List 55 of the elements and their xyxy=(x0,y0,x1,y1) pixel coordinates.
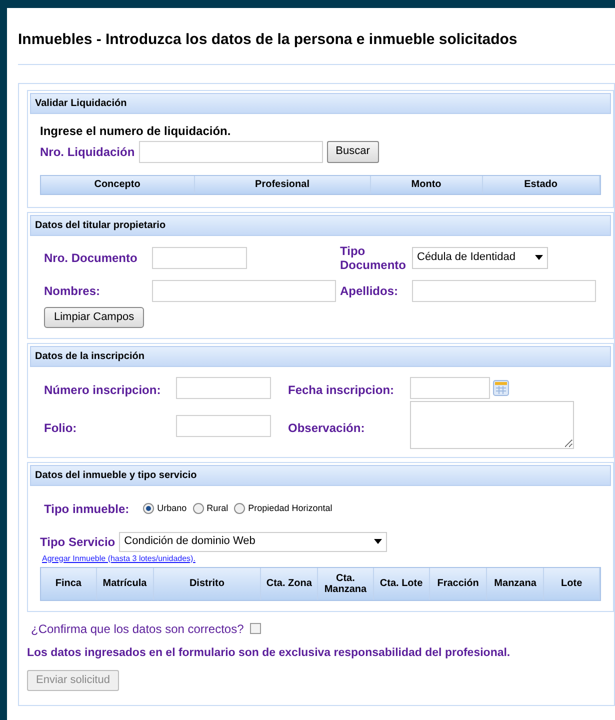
column-header: Cta. Manzana xyxy=(318,568,374,600)
field-label: Tipo inmueble: xyxy=(44,500,130,518)
column-header: Profesional xyxy=(194,176,371,194)
field-label: Fecha inscripcion: xyxy=(288,382,396,398)
section-header: Datos del titular propietario xyxy=(30,214,611,236)
section-header: Datos de la inscripción xyxy=(30,346,611,366)
column-header: Cta. Lote xyxy=(374,568,430,600)
surnames-input[interactable] xyxy=(412,280,596,302)
prompt-text: Ingrese el numero de liquidación. xyxy=(40,122,232,140)
calendar-icon[interactable] xyxy=(493,380,509,396)
column-header: Matrícula xyxy=(96,568,154,600)
dropdown-icon xyxy=(535,255,543,260)
radio-icon[interactable] xyxy=(234,503,246,514)
field-label: Tipo Documento xyxy=(340,244,407,272)
column-header: Monto xyxy=(370,176,483,194)
liquidation-input[interactable] xyxy=(138,140,323,162)
column-header: Cta. Zona xyxy=(261,568,318,600)
section-header: Validar Liquidación xyxy=(30,92,611,114)
field-label: Nro. Documento xyxy=(44,250,138,266)
disclaimer-text: Los datos ingresados en el formulario son de exclusiva responsabilidad del profesional. xyxy=(27,646,512,660)
column-header: Fracción xyxy=(430,568,488,600)
field-label: Nro. Liquidación xyxy=(40,144,135,160)
document-input[interactable] xyxy=(152,246,247,268)
confirm-label: ¿Confirma que los datos son correctos? xyxy=(31,620,244,638)
radio-icon[interactable] xyxy=(143,503,154,514)
field-label: Apellidos: xyxy=(340,282,400,300)
radio-option[interactable]: Rural xyxy=(192,502,228,516)
service-type-select[interactable]: Condición de dominio Web xyxy=(119,532,388,552)
field-label: Número inscripcion: xyxy=(44,382,162,398)
column-header: Distrito xyxy=(154,568,262,600)
dropdown-icon xyxy=(374,539,382,544)
search-button[interactable]: Buscar xyxy=(326,140,379,162)
section-header: Datos del inmueble y tipo servicio xyxy=(30,464,611,486)
column-header: Lote xyxy=(544,568,600,600)
folio-input[interactable] xyxy=(176,414,271,436)
document-type-select[interactable]: Cédula de Identidad xyxy=(412,246,548,268)
confirm-checkbox[interactable] xyxy=(250,623,261,634)
column-header: Manzana xyxy=(487,568,544,600)
field-label: Observación: xyxy=(288,420,366,436)
column-header: Estado xyxy=(482,176,600,194)
radio-option[interactable]: Propiedad Horizontal xyxy=(234,502,332,516)
column-header: Concepto xyxy=(41,176,195,194)
observation-textarea[interactable] xyxy=(410,400,574,448)
registration-number-input[interactable] xyxy=(176,376,271,398)
add-property-link[interactable]: Agregar Inmueble (hasta 3 lotes/unidades). xyxy=(42,552,601,564)
names-input[interactable] xyxy=(152,280,336,302)
clear-button[interactable]: Limpiar Campos xyxy=(44,306,144,328)
field-label: Nombres: xyxy=(44,282,102,300)
radio-icon[interactable] xyxy=(192,503,204,514)
column-header: Finca xyxy=(41,568,97,600)
field-label: Folio: xyxy=(44,420,78,436)
field-label: Tipo Servicio xyxy=(40,534,116,550)
radio-option[interactable]: Urbano xyxy=(143,502,187,516)
page-title: Inmuebles - Introduzca los datos de la persona e inmueble solicitados xyxy=(18,30,518,50)
date-input[interactable] xyxy=(410,376,490,398)
